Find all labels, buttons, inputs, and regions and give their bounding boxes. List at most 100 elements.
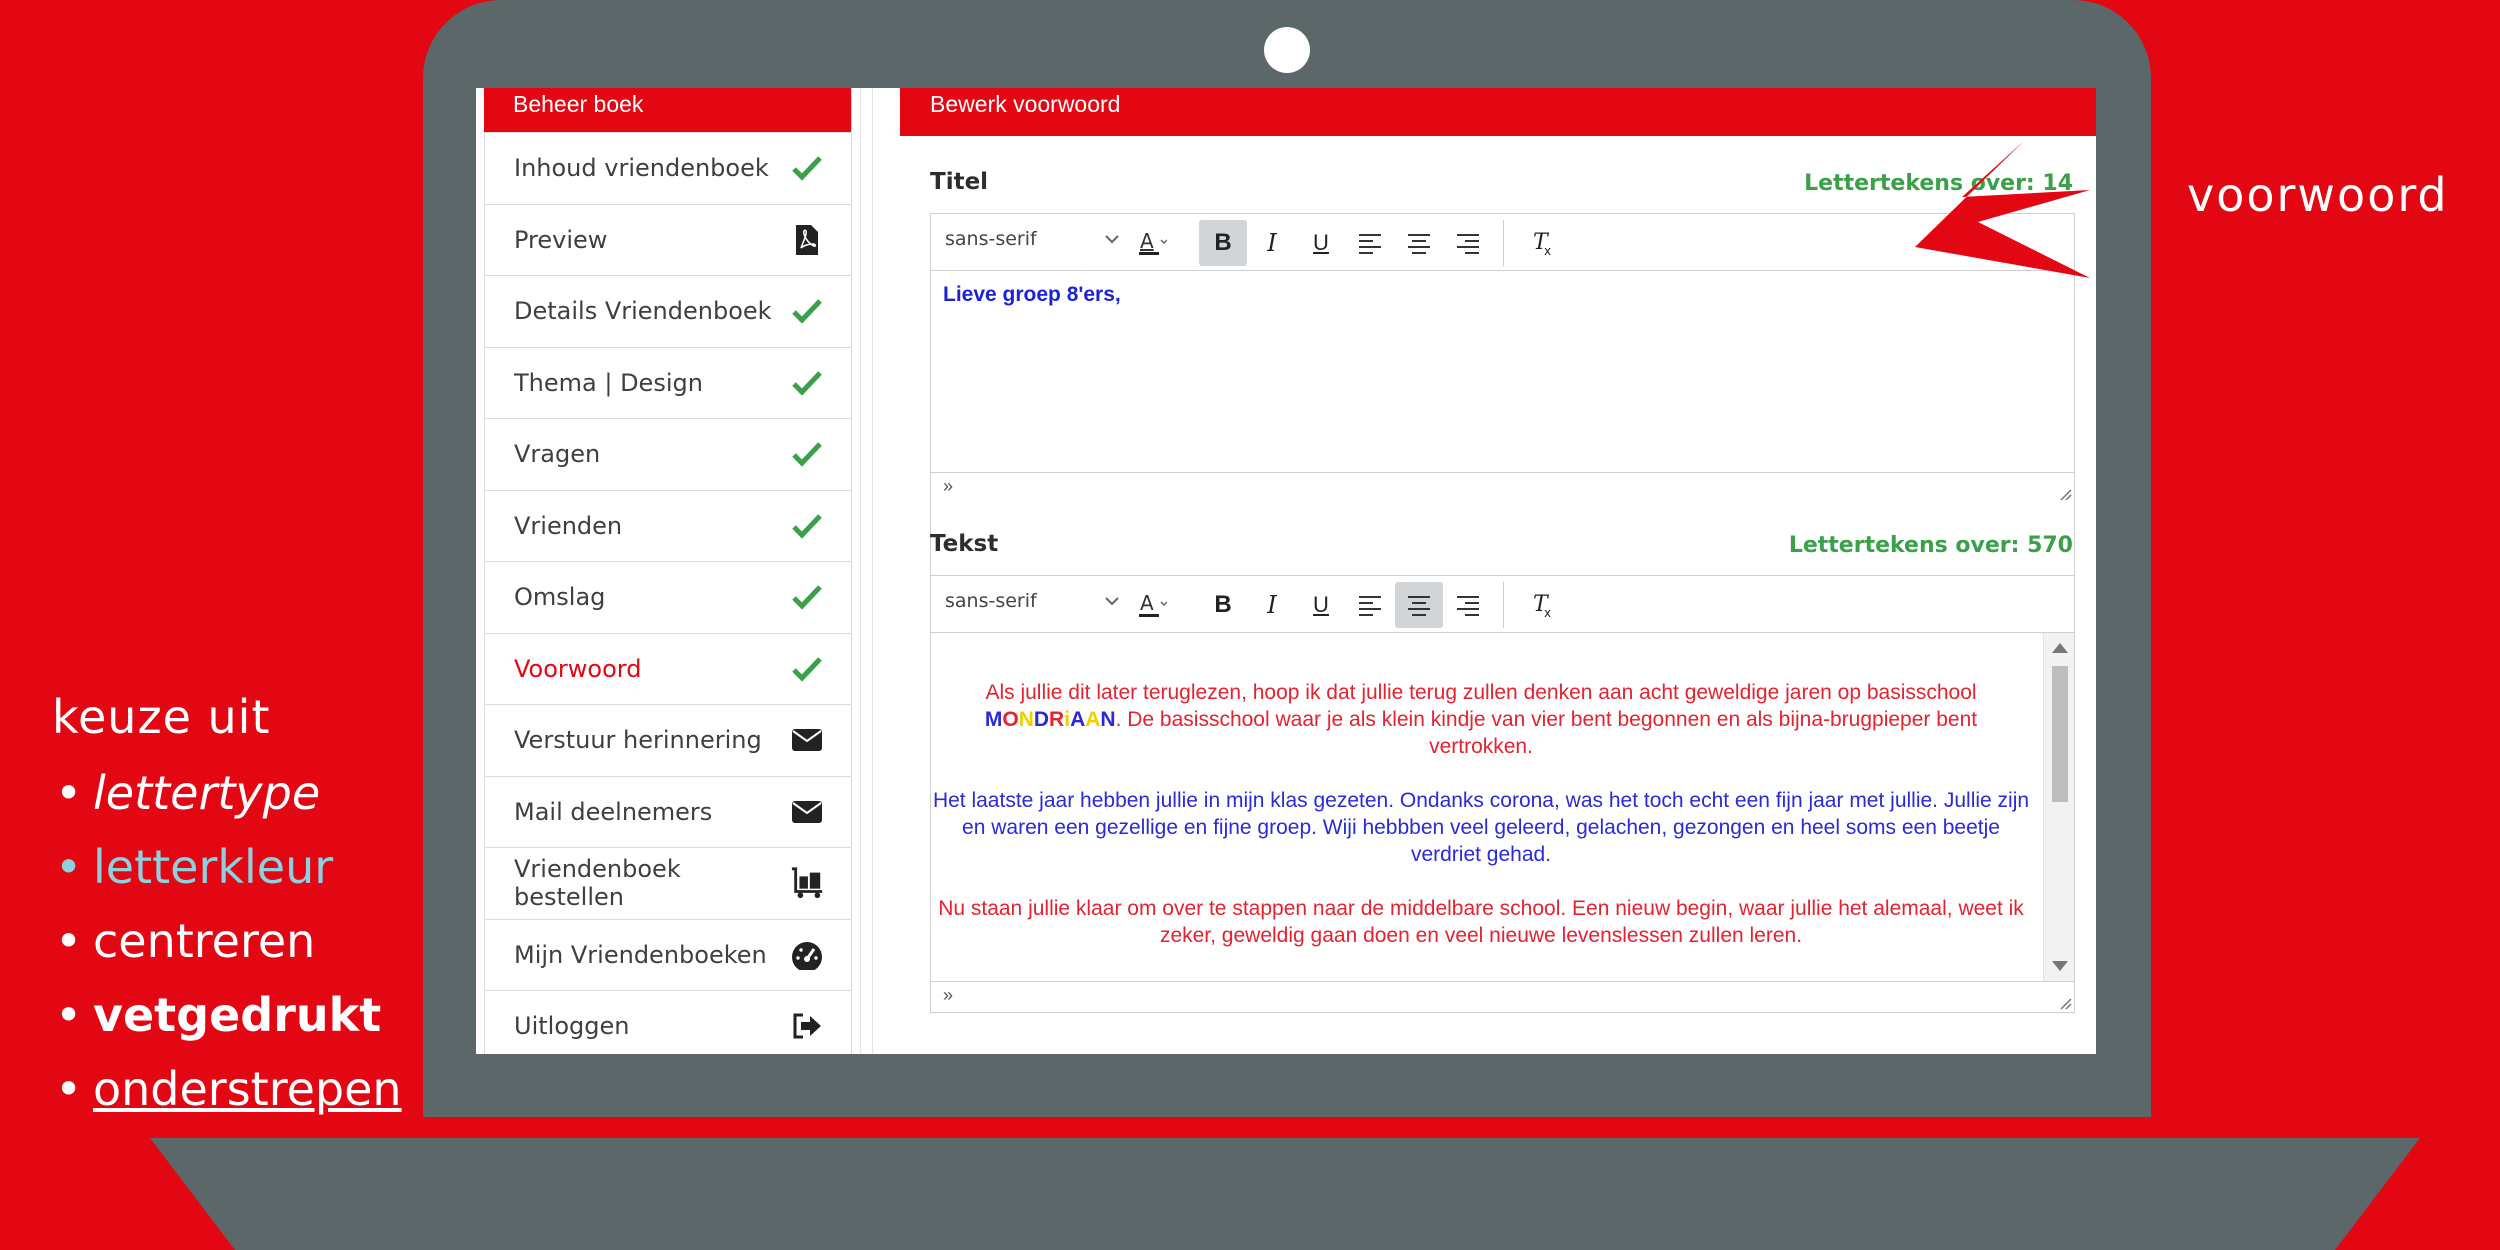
svg-text:A: A — [1140, 229, 1154, 253]
envelope-icon — [790, 795, 824, 829]
font-family-value: sans-serif — [945, 590, 1037, 612]
annotation-choices-title: keuze uit — [52, 690, 271, 744]
choice-item: • vetgedrukt — [55, 988, 382, 1042]
sidebar-item-uitloggen[interactable]: Uitloggen — [484, 990, 851, 1054]
school-letter: N — [1100, 708, 1116, 731]
align-right-button[interactable] — [1444, 220, 1492, 266]
school-letter: O — [1002, 708, 1019, 731]
sidebar-item-label: Omslag — [514, 583, 606, 612]
align-left-button[interactable] — [1346, 220, 1394, 266]
underline-icon: U — [1313, 230, 1329, 255]
sidebar-item-details-vriendenboek[interactable]: Details Vriendenboek — [484, 275, 851, 347]
sidebar-item-label: Vriendenboek bestellen — [514, 855, 681, 912]
text-scrollbar[interactable] — [2043, 633, 2074, 981]
school-name: MONDRiAAN — [985, 708, 1116, 731]
svg-text:x: x — [1544, 606, 1551, 619]
align-center-button[interactable] — [1395, 582, 1443, 628]
laptop-base — [150, 1138, 2420, 1250]
sidebar-item-vrienden[interactable]: Vrienden — [484, 489, 851, 561]
text-color-icon: A — [1139, 229, 1167, 255]
path-indicator: » — [943, 985, 954, 1005]
scroll-thumb[interactable] — [2052, 666, 2068, 802]
align-right-icon — [1457, 234, 1479, 254]
sidebar-item-label: Uitloggen — [514, 1012, 630, 1041]
paragraph-2: Het laatste jaar hebben jullie in mijn k… — [932, 789, 2030, 866]
sidebar-item-inhoud-vriendenboek[interactable]: Inhoud vriendenboek — [484, 132, 851, 204]
school-letter: M — [984, 708, 1003, 731]
svg-text:x: x — [1544, 244, 1551, 257]
paragraph-1: Als jullie dit later teruglezen, hoop ik… — [931, 679, 2031, 760]
sidebar-header: Beheer boek — [484, 88, 851, 132]
sidebar-item-vragen[interactable]: Vragen — [484, 418, 851, 490]
sidebar-item-vriendenboek-bestellen[interactable]: Vriendenboek bestellen — [484, 847, 851, 919]
envelope-icon — [790, 723, 824, 757]
paragraph-3: Nu staan jullie klaar om over te stappen… — [938, 897, 2024, 947]
check-icon — [790, 652, 824, 686]
sidebar-item-label: Thema | Design — [514, 368, 703, 397]
underline-icon: U — [1313, 592, 1329, 617]
check-icon — [790, 294, 824, 328]
school-letter: D — [1033, 708, 1050, 731]
clear-format-icon: Tx — [1533, 230, 1551, 257]
title-field-label: Titel — [930, 169, 989, 195]
sidebar-item-verstuur-herinnering[interactable]: Verstuur herinnering — [484, 704, 851, 776]
align-center-button[interactable] — [1395, 220, 1443, 266]
align-left-button[interactable] — [1346, 582, 1394, 628]
dashboard-icon — [790, 938, 824, 972]
annotation-choices-list: • lettertype • letterkleur • centreren • vet… — [55, 760, 402, 1130]
sidebar-item-preview[interactable]: Preview — [484, 203, 851, 275]
chevron-down-icon — [1103, 592, 1121, 615]
text-char-counter: Lettertekens over: 570 — [1788, 533, 2073, 558]
check-icon — [790, 580, 824, 614]
clear-format-button[interactable]: Tx — [1518, 582, 1566, 628]
sidebar-item-thema-design[interactable]: Thema | Design — [484, 346, 851, 418]
italic-button[interactable]: I — [1248, 582, 1296, 628]
resize-handle-icon[interactable] — [2058, 996, 2072, 1010]
italic-button[interactable]: I — [1248, 220, 1296, 266]
underline-button[interactable]: U — [1297, 220, 1345, 266]
bold-icon: B — [1214, 591, 1232, 618]
choice-item: • letterkleur — [55, 840, 334, 894]
school-letter: N — [1018, 708, 1034, 731]
pdf-icon — [790, 223, 824, 257]
text-color-button[interactable]: A — [1126, 582, 1174, 628]
italic-icon: I — [1267, 229, 1277, 257]
underline-button[interactable]: U — [1297, 582, 1345, 628]
align-right-icon — [1457, 596, 1479, 616]
bold-button[interactable]: B — [1199, 220, 1247, 266]
align-left-icon — [1359, 234, 1381, 254]
align-right-button[interactable] — [1444, 582, 1492, 628]
font-family-select[interactable]: sans-serif — [945, 228, 1121, 258]
title-input[interactable]: Lieve groep 8'ers, — [931, 271, 2074, 472]
text-statusbar: » — [931, 981, 2074, 1012]
scroll-up-icon[interactable] — [2052, 643, 2068, 653]
scroll-down-icon[interactable] — [2052, 961, 2068, 971]
check-icon — [790, 509, 824, 543]
toolbar-separator — [1503, 220, 1504, 266]
font-family-value: sans-serif — [945, 228, 1037, 250]
sidebar-item-mijn-vriendenboeken[interactable]: Mijn Vriendenboeken — [484, 918, 851, 990]
resize-handle-icon[interactable] — [2058, 487, 2072, 501]
sidebar-item-mail-deelnemers[interactable]: Mail deelnemers — [484, 775, 851, 847]
bold-button[interactable]: B — [1199, 582, 1247, 628]
sidebar-item-label: Details Vriendenboek — [514, 297, 772, 326]
sidebar-item-omslag[interactable]: Omslag — [484, 561, 851, 633]
app-screen: Beheer boek Inhoud vriendenboek Preview De… — [476, 88, 2096, 1054]
sidebar-list: Inhoud vriendenboek Preview Details Vriend… — [484, 132, 851, 1054]
sidebar-item-label: Preview — [514, 225, 608, 254]
check-icon — [790, 437, 824, 471]
choice-item: • onderstrepen — [55, 1062, 402, 1116]
sidebar-item-label: Inhoud vriendenboek — [514, 154, 769, 183]
text-input[interactable]: Als jullie dit later teruglezen, hoop ik… — [931, 633, 2074, 981]
sidebar-item-label: Mijn Vriendenboeken — [514, 940, 767, 969]
font-family-select[interactable]: sans-serif — [945, 590, 1121, 620]
text-color-button[interactable]: A — [1126, 220, 1174, 266]
choice-item: • centreren — [55, 914, 316, 968]
sidebar-item-voorwoord[interactable]: Voorwoord — [484, 632, 851, 704]
sidebar-item-label: Voorwoord — [514, 654, 642, 683]
text-toolbar: sans-serif A B I U Tx — [931, 576, 2074, 633]
clear-format-button[interactable]: Tx — [1518, 220, 1566, 266]
italic-icon: I — [1267, 591, 1277, 619]
choice-item: • lettertype — [55, 766, 321, 820]
school-letter: A — [1085, 708, 1101, 731]
